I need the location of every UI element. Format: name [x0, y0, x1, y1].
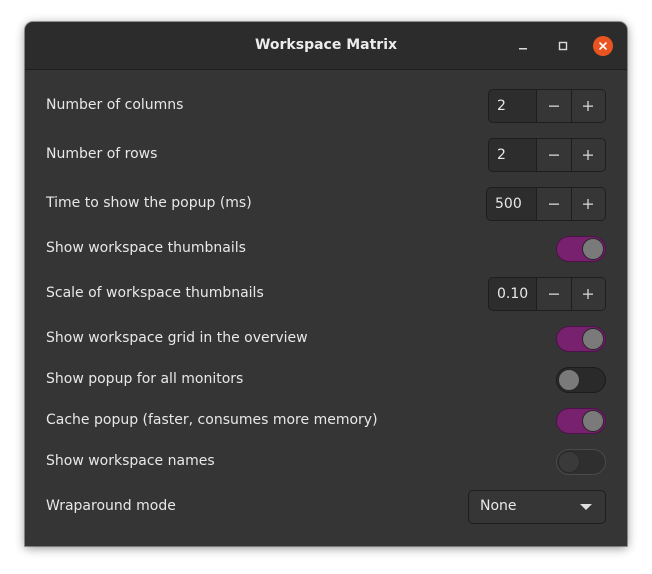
window-title: Workspace Matrix	[254, 37, 398, 53]
setting-row-show-thumbnails: Show workspace thumbnails	[25, 236, 627, 262]
wraparound-dropdown[interactable]: None	[468, 490, 606, 524]
show-grid-label: Show workspace grid in the overview	[46, 330, 308, 346]
popup-time-decrement-button[interactable]	[536, 188, 571, 220]
switch-knob	[558, 369, 580, 391]
minus-icon	[548, 105, 559, 107]
cache-popup-switch[interactable]	[556, 408, 606, 434]
switch-knob	[558, 451, 580, 473]
setting-row-cache-popup: Cache popup (faster, consumes more memor…	[25, 408, 627, 434]
popup-time-label: Time to show the popup (ms)	[46, 195, 252, 211]
preferences-window: Workspace Matrix Number of columns 2 Num…	[25, 22, 627, 546]
rows-value[interactable]: 2	[489, 139, 536, 171]
cache-popup-label: Cache popup (faster, consumes more memor…	[46, 412, 378, 428]
switch-knob	[582, 410, 604, 432]
setting-row-rows: Number of rows 2	[25, 138, 627, 172]
columns-spinbutton[interactable]: 2	[488, 89, 606, 123]
popup-time-spinbutton[interactable]: 500	[486, 187, 606, 221]
switch-knob	[582, 238, 604, 260]
columns-label: Number of columns	[46, 97, 184, 113]
chevron-down-icon	[580, 504, 592, 510]
popup-time-value[interactable]: 500	[487, 188, 536, 220]
plus-icon	[583, 101, 594, 111]
show-thumbnails-label: Show workspace thumbnails	[46, 240, 246, 256]
popup-time-increment-button[interactable]	[570, 188, 605, 220]
close-icon	[599, 42, 607, 50]
setting-row-popup-all-monitors: Show popup for all monitors	[25, 367, 627, 393]
maximize-icon	[558, 41, 568, 51]
rows-increment-button[interactable]	[570, 139, 605, 171]
show-names-switch[interactable]	[556, 449, 606, 475]
thumbnail-scale-spinbutton[interactable]: 0.10	[488, 277, 606, 311]
switch-knob	[582, 328, 604, 350]
setting-row-show-names: Show workspace names	[25, 449, 627, 475]
wraparound-selected-value: None	[480, 498, 517, 514]
minus-icon	[548, 154, 559, 156]
plus-icon	[583, 150, 594, 160]
setting-row-columns: Number of columns 2	[25, 89, 627, 123]
columns-increment-button[interactable]	[570, 90, 605, 122]
show-names-label: Show workspace names	[46, 453, 215, 469]
thumbnail-scale-value[interactable]: 0.10	[489, 278, 536, 310]
maximize-button[interactable]	[553, 36, 573, 56]
columns-value[interactable]: 2	[489, 90, 536, 122]
setting-row-wraparound: Wraparound mode None	[25, 490, 627, 524]
setting-row-popup-time: Time to show the popup (ms) 500	[25, 187, 627, 221]
setting-row-thumbnail-scale: Scale of workspace thumbnails 0.10	[25, 277, 627, 311]
minus-icon	[548, 203, 559, 205]
plus-icon	[583, 199, 594, 209]
wraparound-label: Wraparound mode	[46, 498, 176, 514]
thumbnail-scale-increment-button[interactable]	[570, 278, 605, 310]
rows-spinbutton[interactable]: 2	[488, 138, 606, 172]
setting-row-show-grid: Show workspace grid in the overview	[25, 326, 627, 352]
columns-decrement-button[interactable]	[536, 90, 571, 122]
thumbnail-scale-decrement-button[interactable]	[536, 278, 571, 310]
show-thumbnails-switch[interactable]	[556, 236, 606, 262]
rows-decrement-button[interactable]	[536, 139, 571, 171]
close-button[interactable]	[593, 36, 613, 56]
title-bar[interactable]: Workspace Matrix	[25, 22, 627, 70]
minimize-icon	[519, 48, 527, 50]
popup-all-monitors-label: Show popup for all monitors	[46, 371, 244, 387]
minimize-button[interactable]	[513, 36, 533, 56]
minus-icon	[548, 293, 559, 295]
popup-all-monitors-switch[interactable]	[556, 367, 606, 393]
rows-label: Number of rows	[46, 146, 158, 162]
show-grid-switch[interactable]	[556, 326, 606, 352]
plus-icon	[583, 289, 594, 299]
thumbnail-scale-label: Scale of workspace thumbnails	[46, 285, 264, 301]
